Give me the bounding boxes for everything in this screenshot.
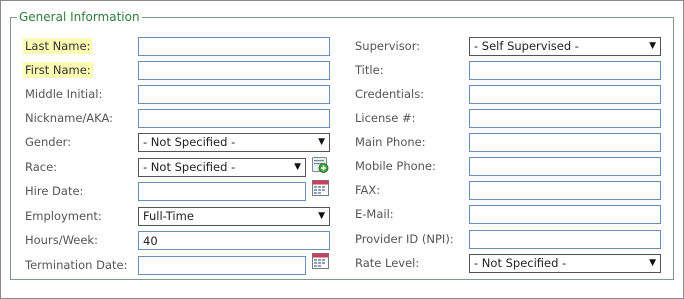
title-input[interactable] — [469, 61, 661, 80]
gender-select[interactable]: - Not Specified - ▼ — [138, 133, 330, 152]
calendar-icon[interactable] — [312, 253, 329, 269]
nickname-input[interactable] — [138, 109, 330, 128]
termination-date-input[interactable] — [138, 256, 306, 275]
nickname-label: Nickname/AKA: — [25, 111, 114, 125]
email-label: E-Mail: — [355, 207, 394, 221]
supervisor-selected-value: - Self Supervised - — [474, 39, 579, 53]
mobile-phone-input[interactable] — [469, 157, 661, 176]
gender-label: Gender: — [25, 135, 72, 149]
chevron-down-icon: ▼ — [318, 137, 325, 147]
first-name-input[interactable] — [138, 61, 330, 80]
chevron-down-icon: ▼ — [318, 211, 325, 221]
section-title: General Information — [19, 10, 140, 24]
hire-date-input[interactable] — [138, 182, 306, 201]
race-selected-value: - Not Specified - — [143, 160, 236, 174]
middle-initial-input[interactable] — [138, 85, 330, 104]
rate-level-select[interactable]: - Not Specified - ▼ — [469, 254, 661, 273]
hire-date-label: Hire Date: — [25, 184, 84, 198]
rate-level-label: Rate Level: — [355, 256, 420, 270]
race-label: Race: — [25, 160, 58, 174]
last-name-label: Last Name: — [23, 38, 93, 54]
first-name-label: First Name: — [23, 62, 93, 78]
license-input[interactable] — [469, 109, 661, 128]
employment-label: Employment: — [25, 209, 102, 223]
rate-level-selected-value: - Not Specified - — [474, 256, 567, 270]
chevron-down-icon: ▼ — [649, 258, 656, 268]
chevron-down-icon: ▼ — [294, 162, 301, 172]
general-information-panel: General Information Last Name: First Nam… — [0, 0, 684, 299]
license-label: License #: — [355, 111, 416, 125]
add-race-icon[interactable] — [312, 157, 329, 173]
calendar-icon[interactable] — [312, 180, 329, 196]
title-label: Title: — [355, 63, 384, 77]
hours-week-label: Hours/Week: — [25, 233, 98, 247]
gender-selected-value: - Not Specified - — [143, 135, 236, 149]
fax-label: FAX: — [355, 183, 381, 197]
email-input[interactable] — [469, 205, 661, 224]
credentials-label: Credentials: — [355, 87, 425, 101]
main-phone-input[interactable] — [469, 133, 661, 152]
employment-selected-value: Full-Time — [143, 209, 194, 223]
employment-select[interactable]: Full-Time ▼ — [138, 207, 330, 226]
provider-id-label: Provider ID (NPI): — [355, 232, 454, 246]
fax-input[interactable] — [469, 181, 661, 200]
last-name-input[interactable] — [138, 37, 330, 56]
termination-date-label: Termination Date: — [25, 258, 128, 272]
hours-week-input[interactable] — [138, 231, 330, 250]
main-phone-label: Main Phone: — [355, 135, 426, 149]
credentials-input[interactable] — [469, 85, 661, 104]
supervisor-select[interactable]: - Self Supervised - ▼ — [469, 37, 661, 56]
race-select[interactable]: - Not Specified - ▼ — [138, 158, 306, 177]
mobile-phone-label: Mobile Phone: — [355, 159, 436, 173]
supervisor-label: Supervisor: — [355, 39, 421, 53]
provider-id-input[interactable] — [469, 230, 661, 249]
middle-initial-label: Middle Initial: — [25, 87, 103, 101]
chevron-down-icon: ▼ — [649, 41, 656, 51]
